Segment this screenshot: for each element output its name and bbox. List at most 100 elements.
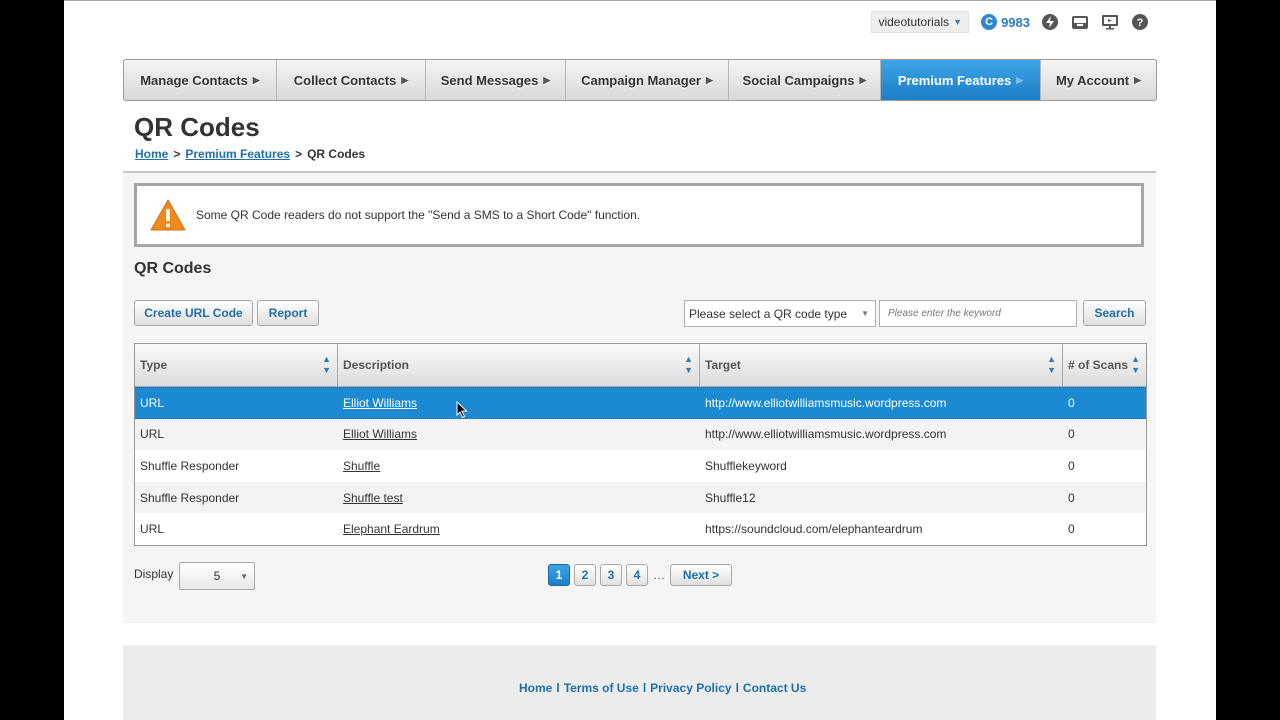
column-label: Target <box>705 358 741 372</box>
nav-label: Manage Contacts <box>140 72 248 88</box>
cell-type: Shuffle Responder <box>140 490 240 505</box>
qr-type-select[interactable]: Please select a QR code type ▼ <box>684 300 876 327</box>
cell-target: http://www.elliotwilliamsmusic.wordpress… <box>705 395 947 410</box>
mouse-cursor-icon <box>456 401 468 419</box>
cell-target: http://www.elliotwilliamsmusic.wordpress… <box>705 427 947 442</box>
cell-description-link[interactable]: Shuffle <box>343 459 380 473</box>
nav-manage-contacts[interactable]: Manage Contacts ▶ <box>124 60 277 100</box>
sort-icon[interactable]: ▲ ▼ <box>1047 354 1056 376</box>
table-header: Type ▲ ▼ Description ▲ ▼ Target ▲ ▼ # of Sc… <box>135 344 1146 387</box>
lightning-icon[interactable] <box>1040 12 1060 32</box>
column-label: # of Scans <box>1068 358 1129 372</box>
warning-icon <box>150 199 186 231</box>
nav-label: Premium Features <box>897 72 1012 88</box>
footer-separator: l <box>735 681 739 695</box>
table-row[interactable]: URL Elephant Eardrum https://soundcloud.… <box>135 513 1146 545</box>
footer-link-contact[interactable]: Contact Us <box>743 681 806 695</box>
table-row[interactable]: URL Elliot Williams http://www.elliotwil… <box>135 387 1146 419</box>
username: videotutorials <box>878 15 950 29</box>
breadcrumb-separator: > <box>295 147 303 161</box>
breadcrumb-premium-features[interactable]: Premium Features <box>185 147 290 161</box>
top-bar: videotutorials ▼ C 9983 ? <box>871 10 1150 34</box>
cell-description-link[interactable]: Elliot Williams <box>343 427 417 441</box>
arrow-right-icon: ▶ <box>543 74 551 85</box>
column-label: Description <box>343 358 410 372</box>
credits-count: 9983 <box>1001 14 1030 30</box>
nav-label: My Account <box>1055 72 1130 88</box>
cell-target: https://soundcloud.com/elephanteardrum <box>705 522 923 537</box>
nav-collect-contacts[interactable]: Collect Contacts ▶ <box>277 60 426 100</box>
page-3-button[interactable]: 3 <box>600 564 622 586</box>
search-input[interactable] <box>879 300 1077 327</box>
display-label: Display <box>134 567 174 581</box>
main-nav: Manage Contacts ▶ Collect Contacts ▶ Send … <box>123 59 1157 101</box>
next-page-button[interactable]: Next > <box>670 564 732 586</box>
nav-premium-features[interactable]: Premium Features ▶ <box>881 60 1041 100</box>
table-row[interactable]: URL Elliot Williams http://www.elliotwil… <box>135 418 1146 451</box>
arrow-right-icon: ▶ <box>706 74 713 85</box>
column-header-description[interactable]: Description ▲ ▼ <box>338 344 700 386</box>
chevron-down-icon: ▼ <box>953 17 963 27</box>
nav-my-account[interactable]: My Account ▶ <box>1041 60 1156 100</box>
sort-icon[interactable]: ▲ ▼ <box>684 354 693 376</box>
breadcrumb: Home > Premium Features > QR Codes <box>135 147 365 161</box>
sort-icon[interactable]: ▲ ▼ <box>1131 354 1140 376</box>
warning-alert: Some QR Code readers do not support the … <box>134 183 1144 247</box>
footer-link-home[interactable]: Home <box>519 681 552 695</box>
column-header-target[interactable]: Target ▲ ▼ <box>700 344 1063 386</box>
cell-target: Shufflekeyword <box>705 458 787 473</box>
breadcrumb-home[interactable]: Home <box>135 147 168 161</box>
create-url-code-button[interactable]: Create URL Code <box>134 300 253 326</box>
cell-type: URL <box>140 427 165 442</box>
sort-icon[interactable]: ▲ ▼ <box>322 354 331 376</box>
table-row[interactable]: Shuffle Responder Shuffle test Shuffle12… <box>135 481 1146 514</box>
user-menu[interactable]: videotutorials ▼ <box>871 11 970 33</box>
nav-label: Social Campaigns <box>742 72 855 88</box>
qr-type-select-value: Please select a QR code type <box>689 306 848 321</box>
section-title: QR Codes <box>134 260 212 277</box>
page-size-select[interactable]: 5 ▼ <box>179 562 255 590</box>
page-1-button[interactable]: 1 <box>548 564 570 586</box>
svg-text:?: ? <box>1137 17 1144 29</box>
footer-separator: l <box>642 681 647 695</box>
page-2-button[interactable]: 2 <box>574 564 596 586</box>
alert-message: Some QR Code readers do not support the … <box>196 208 641 222</box>
credits[interactable]: C 9983 <box>981 14 1030 30</box>
cell-scans: 0 <box>1068 490 1075 505</box>
cell-type: Shuffle Responder <box>140 458 240 473</box>
cell-description-link[interactable]: Elliot Williams <box>343 396 417 410</box>
help-icon[interactable]: ? <box>1130 12 1150 32</box>
cell-description-link[interactable]: Elephant Eardrum <box>343 522 440 536</box>
footer-link-privacy[interactable]: Privacy Policy <box>650 681 731 695</box>
inbox-icon[interactable] <box>1070 12 1090 32</box>
footer-link-terms[interactable]: Terms of Use <box>564 681 639 695</box>
page-title: QR Codes <box>134 112 260 142</box>
page-4-button[interactable]: 4 <box>626 564 648 586</box>
nav-social-campaigns[interactable]: Social Campaigns ▶ <box>729 60 881 100</box>
arrow-right-icon: ▶ <box>859 74 867 85</box>
search-button[interactable]: Search <box>1083 300 1146 326</box>
nav-campaign-manager[interactable]: Campaign Manager ▶ <box>566 60 729 100</box>
cell-description-link[interactable]: Shuffle test <box>343 491 403 505</box>
monitor-icon[interactable] <box>1100 12 1120 32</box>
page-size-value: 5 <box>213 569 221 583</box>
column-header-type[interactable]: Type ▲ ▼ <box>135 344 338 386</box>
cell-type: URL <box>140 522 165 537</box>
breadcrumb-separator: > <box>173 147 181 161</box>
cell-target: Shuffle12 <box>705 490 756 505</box>
pagination-ellipsis: … <box>653 568 665 582</box>
report-button[interactable]: Report <box>257 300 319 326</box>
breadcrumb-current: QR Codes <box>307 147 366 161</box>
qr-codes-table: Type ▲ ▼ Description ▲ ▼ Target ▲ ▼ # of Sc… <box>134 343 1147 546</box>
arrow-right-icon: ▶ <box>1016 74 1024 85</box>
table-row[interactable]: Shuffle Responder Shuffle Shufflekeyword… <box>135 450 1146 482</box>
nav-label: Send Messages <box>440 72 539 88</box>
cell-scans: 0 <box>1068 522 1075 537</box>
arrow-right-icon: ▶ <box>401 74 409 85</box>
footer-separator: l <box>556 681 560 695</box>
arrow-right-icon: ▶ <box>1134 74 1142 85</box>
arrow-right-icon: ▶ <box>252 74 260 85</box>
nav-send-messages[interactable]: Send Messages ▶ <box>426 60 566 100</box>
chevron-down-icon: ▼ <box>861 309 869 318</box>
column-header-scans[interactable]: # of Scans ▲ ▼ <box>1063 344 1146 386</box>
